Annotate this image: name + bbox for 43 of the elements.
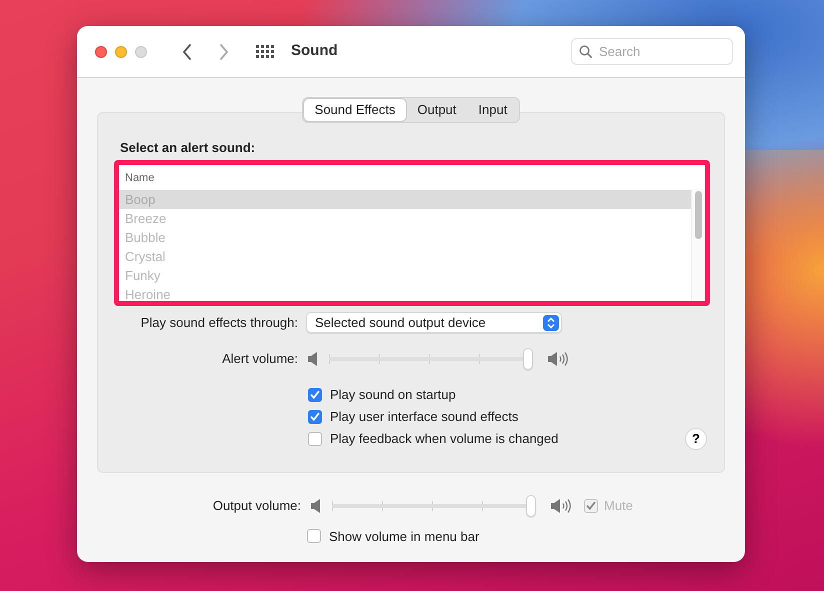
checkbox[interactable] xyxy=(307,529,321,544)
tab[interactable]: Output xyxy=(406,99,468,120)
speaker-loud-icon xyxy=(547,351,569,367)
checkbox[interactable] xyxy=(308,410,322,424)
checkbox-label: Play sound on startup xyxy=(330,386,456,404)
zoom-button[interactable] xyxy=(135,46,147,58)
checkbox[interactable] xyxy=(308,432,322,446)
tab[interactable]: Sound Effects xyxy=(304,99,406,120)
sound-list-item[interactable]: Crystal xyxy=(119,247,691,266)
search-icon xyxy=(579,45,592,58)
volume-slider[interactable] xyxy=(332,494,538,516)
grid-icon xyxy=(256,44,274,58)
volume-slider[interactable] xyxy=(329,348,535,370)
checkbox-label: Show volume in menu bar xyxy=(329,528,480,546)
scrollbar[interactable] xyxy=(691,189,705,301)
column-header: Name xyxy=(125,172,154,184)
window-title: Sound xyxy=(291,41,338,62)
slider-thumb[interactable] xyxy=(523,348,533,370)
field-label: Play sound effects through: xyxy=(140,314,298,332)
close-button[interactable] xyxy=(95,46,107,58)
field-label: Alert volume: xyxy=(221,350,298,368)
speaker-loud-icon xyxy=(550,498,572,514)
field-label: Output volume: xyxy=(212,496,301,515)
sound-list-item[interactable]: Funky xyxy=(119,266,691,285)
search-field[interactable]: Search xyxy=(571,38,733,65)
checkbox[interactable] xyxy=(308,388,322,402)
tab[interactable]: Input xyxy=(467,99,518,120)
minimize-button[interactable] xyxy=(115,46,127,58)
slider-thumb[interactable] xyxy=(526,494,536,516)
output-device-dropdown[interactable]: Selected sound output device xyxy=(306,312,562,333)
speaker-quiet-icon xyxy=(307,351,319,367)
sound-list-item[interactable]: Breeze xyxy=(119,209,691,228)
chevron-right-icon xyxy=(219,44,229,60)
section-heading: Select an alert sound: xyxy=(120,138,256,156)
speaker-quiet-icon xyxy=(310,498,322,514)
chevron-left-icon xyxy=(182,44,192,60)
checkbox-label: Play user interface sound effects xyxy=(330,408,518,426)
sound-list-item[interactable]: Heroine xyxy=(119,285,691,304)
checkbox-label: Mute xyxy=(604,496,633,515)
updown-caret-icon xyxy=(543,314,559,330)
help-button[interactable]: ? xyxy=(685,428,707,450)
checkbox-label: Play feedback when volume is changed xyxy=(330,430,558,448)
sound-list-item[interactable]: Bubble xyxy=(119,228,691,247)
